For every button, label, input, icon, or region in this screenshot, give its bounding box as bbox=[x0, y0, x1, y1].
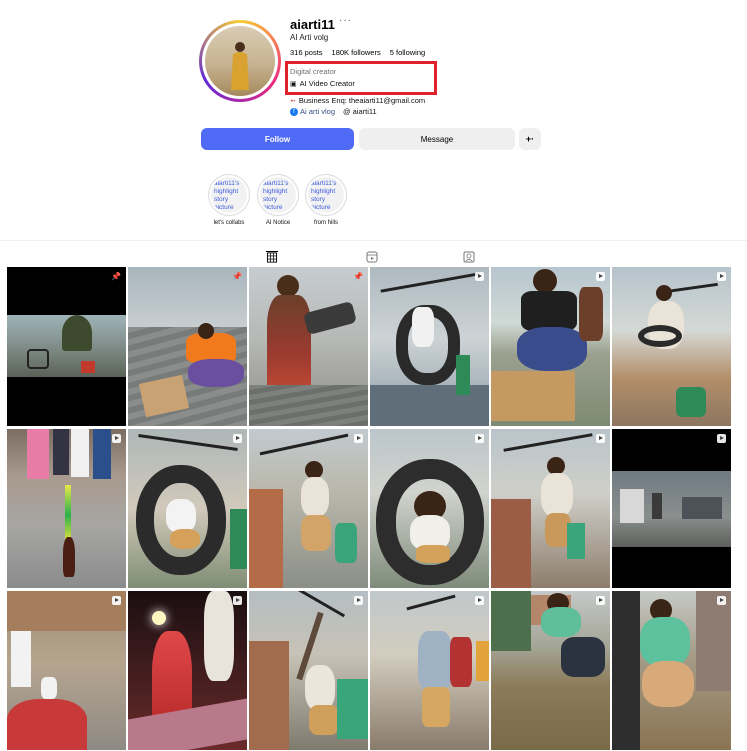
post-tile[interactable]: 📌 bbox=[128, 267, 247, 426]
suggest-user-button[interactable]: +· bbox=[519, 128, 541, 150]
profile-tabs bbox=[0, 240, 747, 264]
more-options-icon[interactable]: ··· bbox=[339, 15, 352, 26]
highlight-from-hills[interactable]: aiarti11's highlight story picture from … bbox=[304, 174, 348, 226]
reel-icon bbox=[475, 434, 484, 443]
post-tile[interactable] bbox=[370, 591, 489, 750]
reel-icon bbox=[112, 596, 121, 605]
grid-icon[interactable] bbox=[266, 251, 278, 263]
reel-icon bbox=[717, 596, 726, 605]
facebook-icon: f bbox=[290, 107, 298, 116]
followers-count[interactable]: 180K followers bbox=[332, 48, 381, 57]
profile-full-name: AI Arti volg bbox=[290, 33, 329, 42]
highlight-lets-collabs[interactable]: aiarti11's highlight story picture let's… bbox=[207, 174, 251, 226]
post-tile[interactable] bbox=[7, 591, 126, 750]
profile-username: aiarti11 bbox=[290, 17, 335, 32]
pinned-icon: 📌 bbox=[353, 272, 363, 281]
threads-icon: @ bbox=[343, 107, 351, 116]
profile-links: f Ai arti vlog @ aiarti11 bbox=[290, 107, 377, 116]
reel-icon bbox=[475, 596, 484, 605]
post-tile[interactable] bbox=[128, 429, 247, 588]
pinned-icon: 📌 bbox=[232, 272, 242, 281]
post-tile[interactable] bbox=[128, 591, 247, 750]
reel-icon bbox=[354, 596, 363, 605]
reel-icon bbox=[596, 596, 605, 605]
add-person-icon: +· bbox=[525, 134, 535, 144]
email-emoji-icon: ➳ bbox=[290, 97, 296, 105]
reel-icon bbox=[596, 434, 605, 443]
post-tile[interactable] bbox=[612, 429, 731, 588]
post-tile[interactable] bbox=[370, 267, 489, 426]
post-tile[interactable]: 📌 bbox=[7, 267, 126, 426]
highlight-ai-notice[interactable]: aiarti11's highlight story picture AI No… bbox=[256, 174, 300, 226]
reel-icon bbox=[354, 434, 363, 443]
tagged-icon[interactable] bbox=[463, 251, 475, 263]
reel-icon bbox=[233, 434, 242, 443]
annotation-red-box bbox=[285, 61, 437, 95]
reel-icon bbox=[475, 272, 484, 281]
bio-line-2: ➳ Business Enq: theaiarti11@gmail.com bbox=[290, 96, 426, 105]
post-tile[interactable] bbox=[249, 429, 368, 588]
follow-button[interactable]: Follow bbox=[201, 128, 354, 150]
reel-icon bbox=[596, 272, 605, 281]
post-tile[interactable] bbox=[612, 267, 731, 426]
profile-avatar[interactable] bbox=[199, 20, 281, 102]
reel-icon bbox=[233, 596, 242, 605]
message-button[interactable]: Message bbox=[359, 128, 515, 150]
post-tile[interactable] bbox=[491, 267, 610, 426]
post-tile[interactable] bbox=[612, 591, 731, 750]
reel-icon bbox=[717, 434, 726, 443]
posts-grid: 📌 📌 📌 bbox=[7, 267, 735, 750]
following-count[interactable]: 5 following bbox=[390, 48, 425, 57]
post-tile[interactable] bbox=[249, 591, 368, 750]
profile-stats: 316 posts 180K followers 5 following bbox=[290, 48, 425, 57]
post-tile[interactable] bbox=[7, 429, 126, 588]
post-tile[interactable] bbox=[491, 591, 610, 750]
post-tile[interactable] bbox=[491, 429, 610, 588]
reels-icon[interactable] bbox=[366, 251, 378, 263]
posts-count: 316 posts bbox=[290, 48, 323, 57]
post-tile[interactable]: 📌 bbox=[249, 267, 368, 426]
threads-link[interactable]: @ aiarti11 bbox=[343, 107, 377, 116]
reel-icon bbox=[112, 434, 121, 443]
avatar-figure bbox=[231, 42, 249, 90]
facebook-link[interactable]: f Ai arti vlog bbox=[290, 107, 335, 116]
pinned-icon: 📌 bbox=[111, 272, 121, 281]
reel-icon bbox=[717, 272, 726, 281]
post-tile[interactable] bbox=[370, 429, 489, 588]
